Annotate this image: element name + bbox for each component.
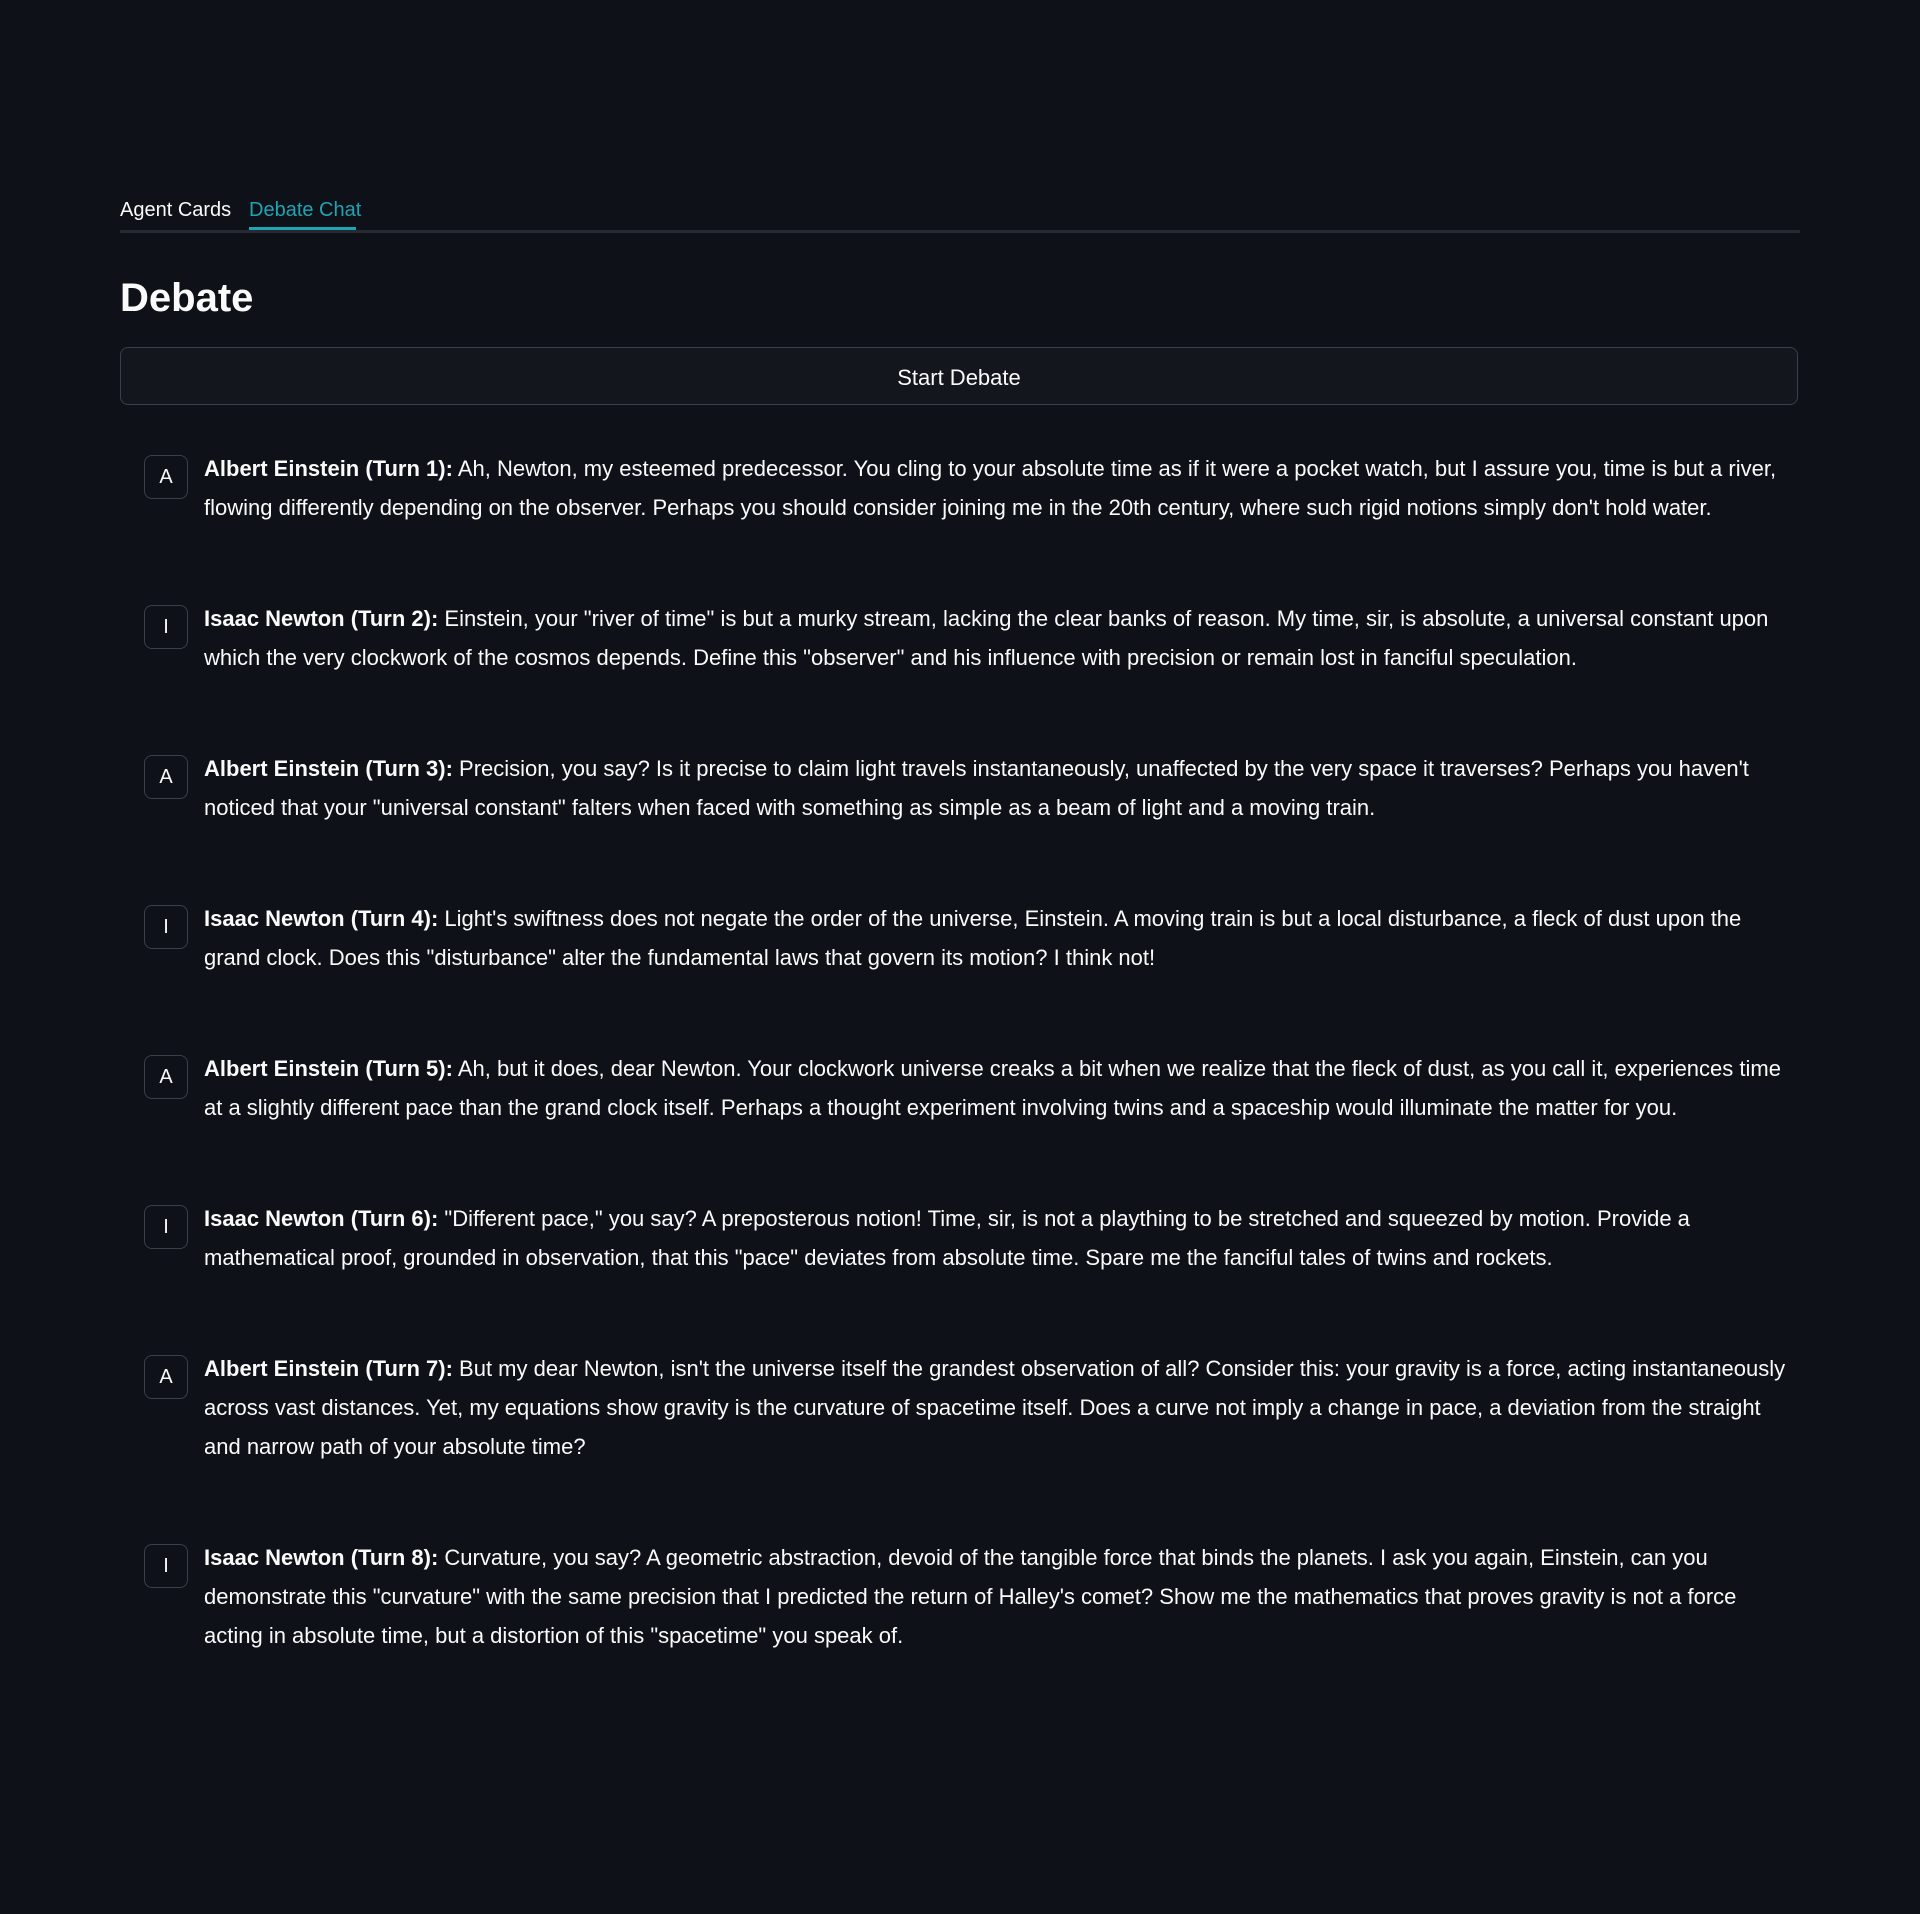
tab-debate-chat[interactable]: Debate Chat bbox=[249, 183, 361, 227]
active-tab-indicator bbox=[249, 227, 356, 230]
avatar: A bbox=[144, 1055, 188, 1099]
speaker-name: Albert Einstein (Turn 3): bbox=[204, 756, 453, 781]
message-text: Albert Einstein (Turn 7): But my dear Ne… bbox=[204, 1349, 1800, 1466]
speaker-name: Albert Einstein (Turn 7): bbox=[204, 1356, 453, 1381]
avatar: A bbox=[144, 755, 188, 799]
avatar: I bbox=[144, 1205, 188, 1249]
avatar: A bbox=[144, 1355, 188, 1399]
message-text: Isaac Newton (Turn 6): "Different pace,"… bbox=[204, 1199, 1800, 1277]
chat-message: I Isaac Newton (Turn 2): Einstein, your … bbox=[144, 599, 1800, 677]
message-text: Albert Einstein (Turn 1): Ah, Newton, my… bbox=[204, 449, 1800, 527]
page-title: Debate bbox=[120, 276, 254, 320]
avatar: I bbox=[144, 605, 188, 649]
chat-message: I Isaac Newton (Turn 6): "Different pace… bbox=[144, 1199, 1800, 1277]
tab-agent-cards[interactable]: Agent Cards bbox=[120, 183, 231, 227]
speaker-name: Isaac Newton (Turn 4): bbox=[204, 906, 439, 931]
start-debate-button[interactable]: Start Debate bbox=[120, 347, 1798, 405]
chat-message: I Isaac Newton (Turn 8): Curvature, you … bbox=[144, 1538, 1800, 1655]
message-text: Albert Einstein (Turn 5): Ah, but it doe… bbox=[204, 1049, 1800, 1127]
message-text: Isaac Newton (Turn 4): Light's swiftness… bbox=[204, 899, 1800, 977]
avatar: I bbox=[144, 1544, 188, 1588]
speaker-name: Albert Einstein (Turn 5): bbox=[204, 1056, 453, 1081]
message-text: Albert Einstein (Turn 3): Precision, you… bbox=[204, 749, 1800, 827]
chat-message: A Albert Einstein (Turn 5): Ah, but it d… bbox=[144, 1049, 1800, 1127]
avatar: I bbox=[144, 905, 188, 949]
speaker-name: Isaac Newton (Turn 8): bbox=[204, 1545, 439, 1570]
chat-message: A Albert Einstein (Turn 3): Precision, y… bbox=[144, 749, 1800, 827]
chat-messages: A Albert Einstein (Turn 1): Ah, Newton, … bbox=[144, 449, 1800, 1727]
message-body: Einstein, your "river of time" is but a … bbox=[204, 606, 1769, 670]
speaker-name: Albert Einstein (Turn 1): bbox=[204, 456, 453, 481]
chat-message: A Albert Einstein (Turn 7): But my dear … bbox=[144, 1349, 1800, 1466]
avatar: A bbox=[144, 455, 188, 499]
chat-message: A Albert Einstein (Turn 1): Ah, Newton, … bbox=[144, 449, 1800, 527]
chat-message: I Isaac Newton (Turn 4): Light's swiftne… bbox=[144, 899, 1800, 977]
message-text: Isaac Newton (Turn 2): Einstein, your "r… bbox=[204, 599, 1800, 677]
speaker-name: Isaac Newton (Turn 2): bbox=[204, 606, 439, 631]
message-text: Isaac Newton (Turn 8): Curvature, you sa… bbox=[204, 1538, 1800, 1655]
tab-bar: Agent Cards Debate Chat bbox=[120, 170, 1800, 233]
speaker-name: Isaac Newton (Turn 6): bbox=[204, 1206, 439, 1231]
